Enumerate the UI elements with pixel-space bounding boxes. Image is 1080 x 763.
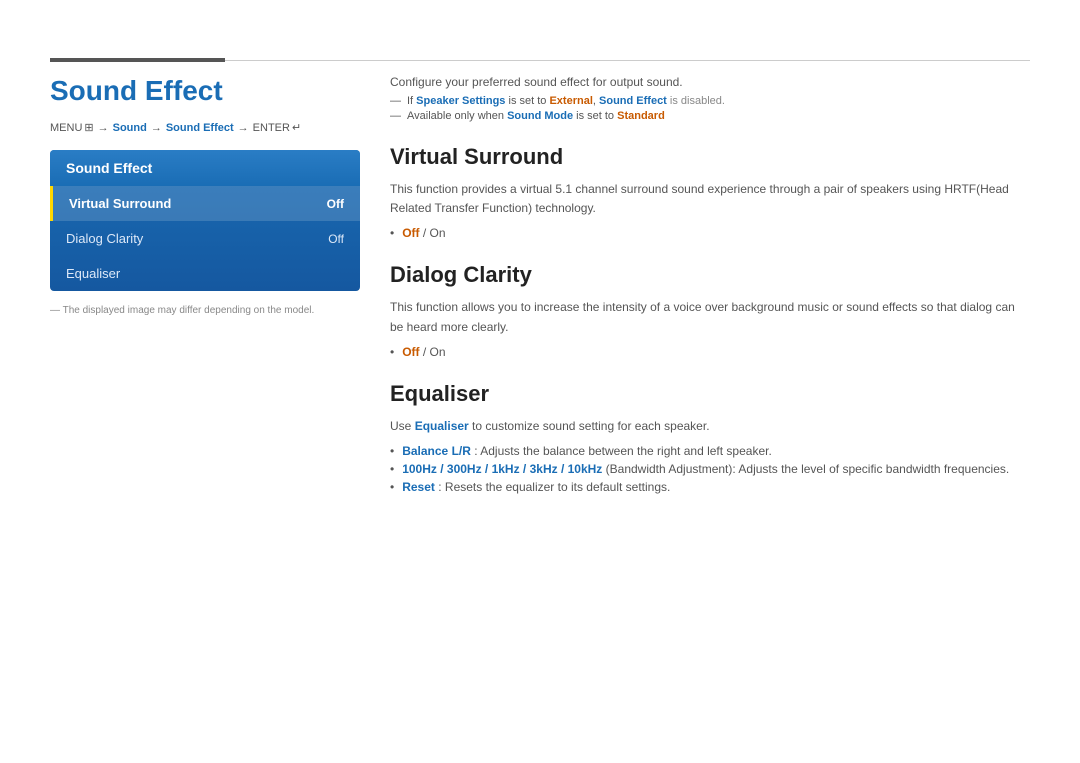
section-title-dialog-clarity: Dialog Clarity <box>390 262 1030 288</box>
bullet-balance: Balance L/R : Adjusts the balance betwee… <box>402 444 772 458</box>
breadcrumb-enter: ENTER <box>253 122 290 134</box>
breadcrumb-sound: Sound <box>113 122 147 134</box>
menu-item-value: Off <box>327 197 344 211</box>
menu-item-equaliser[interactable]: Equaliser <box>50 256 360 291</box>
menu-box: Sound Effect Virtual Surround Off Dialog… <box>50 150 360 291</box>
menu-item-dialog-clarity[interactable]: Dialog Clarity Off <box>50 221 360 256</box>
section-equaliser: Equaliser Use Equaliser to customize sou… <box>390 381 1030 494</box>
reset-label: Reset <box>402 480 435 494</box>
list-item-balance: Balance L/R : Adjusts the balance betwee… <box>390 444 1030 458</box>
menu-item-label: Virtual Surround <box>69 196 171 211</box>
section-body-virtual-surround: This function provides a virtual 5.1 cha… <box>390 180 1030 218</box>
equaliser-link: Equaliser <box>415 419 469 433</box>
breadcrumb-sound-effect: Sound Effect <box>166 122 234 134</box>
intro-text: Configure your preferred sound effect fo… <box>390 75 1030 89</box>
frequencies-label: 100Hz / 300Hz / 1kHz / 3kHz / 10kHz <box>402 462 602 476</box>
breadcrumb-arrow3: → <box>238 122 249 134</box>
menu-box-header: Sound Effect <box>50 150 360 186</box>
bullet-frequencies: 100Hz / 300Hz / 1kHz / 3kHz / 10kHz (Ban… <box>402 462 1009 476</box>
note2-standard: Standard <box>617 110 665 122</box>
note2: Available only when Sound Mode is set to… <box>390 110 1030 122</box>
note1-text: If Speaker Settings is set to External, … <box>407 95 725 107</box>
balance-label: Balance L/R <box>402 444 471 458</box>
note2-sound-mode: Sound Mode <box>507 110 573 122</box>
bullet-reset: Reset : Resets the equalizer to its defa… <box>402 480 670 494</box>
note2-text: Available only when Sound Mode is set to… <box>407 110 665 122</box>
note1-sound-effect: Sound Effect <box>599 95 667 107</box>
list-item-reset: Reset : Resets the equalizer to its defa… <box>390 480 1030 494</box>
accent-bar <box>50 58 225 62</box>
bullet-off-on: Off / On <box>402 345 445 359</box>
breadcrumb-arrow2: → <box>151 122 162 134</box>
breadcrumb: MENU ⊞ → Sound → Sound Effect → ENTER ↵ <box>50 121 360 134</box>
right-panel: Configure your preferred sound effect fo… <box>390 75 1030 498</box>
section-title-virtual-surround: Virtual Surround <box>390 144 1030 170</box>
list-item: Off / On <box>390 226 1030 240</box>
list-item-frequencies: 100Hz / 300Hz / 1kHz / 3kHz / 10kHz (Ban… <box>390 462 1030 476</box>
menu-item-virtual-surround[interactable]: Virtual Surround Off <box>50 186 360 221</box>
breadcrumb-arrow1: → <box>98 122 109 134</box>
enter-icon: ↵ <box>292 121 301 134</box>
frequencies-desc: (Bandwidth Adjustment): Adjusts the leve… <box>606 462 1010 476</box>
bullet-off-on: Off / On <box>402 226 445 240</box>
note1-external: External <box>549 95 592 107</box>
page-title: Sound Effect <box>50 75 360 107</box>
section-dialog-clarity: Dialog Clarity This function allows you … <box>390 262 1030 358</box>
menu-item-label: Dialog Clarity <box>66 231 143 246</box>
section-body-dialog-clarity: This function allows you to increase the… <box>390 298 1030 336</box>
bullet-list-equaliser: Balance L/R : Adjusts the balance betwee… <box>390 444 1030 494</box>
note1-disabled: is disabled. <box>670 95 725 107</box>
balance-desc: : Adjusts the balance between the right … <box>474 444 772 458</box>
section-title-equaliser: Equaliser <box>390 381 1030 407</box>
section-intro-equaliser: Use Equaliser to customize sound setting… <box>390 417 1030 436</box>
left-panel: Sound Effect MENU ⊞ → Sound → Sound Effe… <box>50 75 360 316</box>
footnote: The displayed image may differ depending… <box>50 305 360 316</box>
note1-speaker-settings: Speaker Settings <box>416 95 505 107</box>
menu-item-label: Equaliser <box>66 266 120 281</box>
bullet-list-virtual-surround: Off / On <box>390 226 1030 240</box>
list-item: Off / On <box>390 345 1030 359</box>
bullet-list-dialog-clarity: Off / On <box>390 345 1030 359</box>
reset-desc: : Resets the equalizer to its default se… <box>438 480 670 494</box>
section-virtual-surround: Virtual Surround This function provides … <box>390 144 1030 240</box>
breadcrumb-menu: MENU <box>50 122 82 134</box>
menu-item-value: Off <box>328 232 344 246</box>
menu-icon: ⊞ <box>84 121 93 134</box>
note1: If Speaker Settings is set to External, … <box>390 95 1030 107</box>
